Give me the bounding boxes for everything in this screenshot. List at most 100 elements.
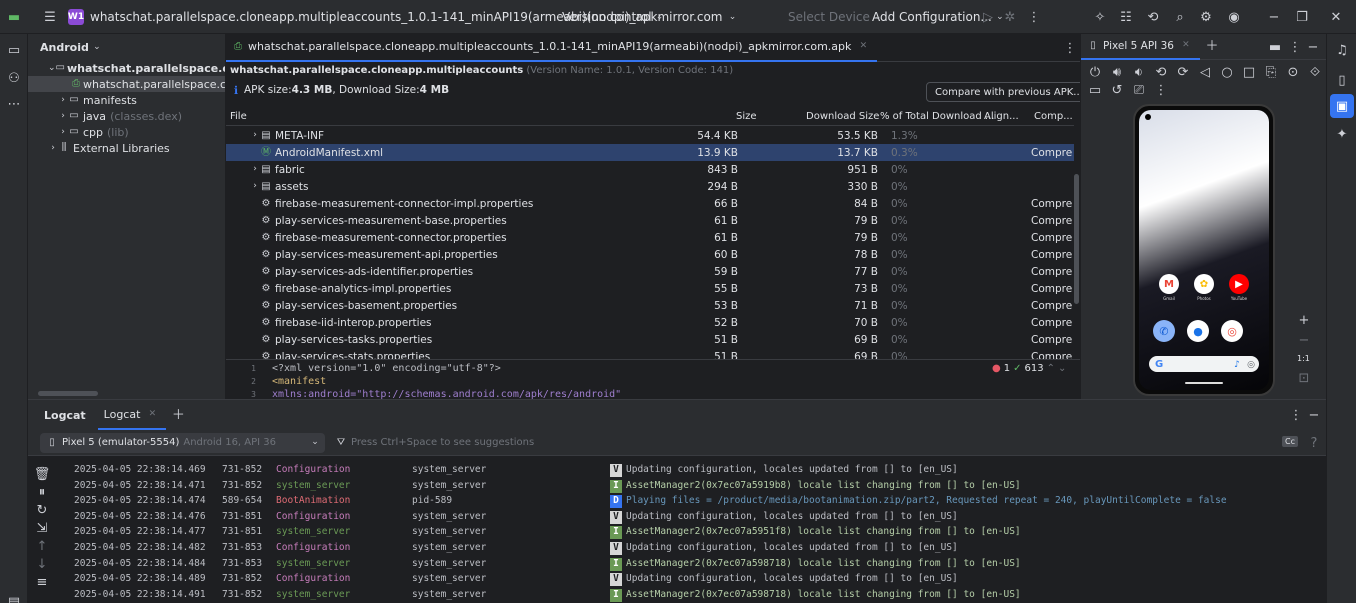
file-table-row[interactable]: ⚙ firebase-measurement-connector-impl.pro… (226, 195, 1074, 212)
device-manager-icon[interactable]: ☷ (1118, 9, 1134, 25)
close-tab-icon[interactable]: ✕ (1178, 38, 1194, 54)
window-options-icon[interactable]: ▬ (1267, 39, 1283, 55)
tree-item-external-libraries[interactable]: › ⫼ External Libraries (28, 140, 225, 156)
record-icon[interactable]: ⎚ (1131, 82, 1147, 98)
more-tabs-icon[interactable]: ⋮ (1062, 40, 1078, 56)
more-options-icon[interactable]: ⋮ (1287, 39, 1303, 55)
match-case-toggle[interactable]: Cc (1282, 436, 1298, 447)
logcat-options-icon[interactable]: ⋮ (1288, 407, 1304, 423)
column-size[interactable]: Size (736, 111, 757, 122)
compare-apk-button[interactable]: Compare with previous APK... (926, 82, 1080, 102)
zoom-out-icon[interactable]: − (1296, 332, 1312, 348)
tree-item-module[interactable]: ⌄ ▭ whatschat.parallelspace.cloneapp. (28, 60, 225, 76)
file-table-row[interactable]: ⚙ play-services-tasks.properties 51 B 69 B 0… (226, 331, 1074, 348)
zoom-fit-icon[interactable]: ⊡ (1296, 370, 1312, 386)
chevron-right-icon[interactable]: › (250, 179, 260, 195)
back-icon[interactable]: ◁ (1197, 64, 1213, 80)
chevron-up-icon[interactable]: ⌃ (1047, 363, 1055, 374)
scroll-up-icon[interactable]: ↑ (34, 538, 50, 554)
project-view-selector[interactable]: Android ⌄ (28, 34, 225, 60)
gradle-sync-icon[interactable]: ⟲ (1145, 9, 1161, 25)
column-download-size[interactable]: Download Size (806, 111, 879, 122)
snapshot-icon[interactable]: ▭ (1087, 82, 1103, 98)
close-tab-icon[interactable]: ✕ (144, 406, 160, 422)
help-icon[interactable]: ? (1306, 435, 1322, 451)
column-percent[interactable]: % of Total Download ... (880, 111, 994, 122)
file-table-row[interactable]: Ⓜ AndroidManifest.xml 13.9 KB 13.7 KB 0.3% Co… (226, 144, 1074, 161)
zoom-in-icon[interactable]: + (1296, 312, 1312, 328)
dock-app-icon[interactable]: ✆ (1153, 320, 1175, 342)
power-icon[interactable]: ⏻ (1087, 64, 1103, 80)
scroll-down-icon[interactable]: ↓ (34, 556, 50, 572)
volume-up-icon[interactable]: 🔊︎ (1109, 64, 1125, 80)
close-tab-icon[interactable]: ✕ (855, 39, 871, 55)
tree-item-apk[interactable]: ⎙ whatschat.parallelspace.clonea (28, 76, 225, 92)
restart-icon[interactable]: ↻ (34, 502, 50, 518)
version-control-menu[interactable]: Version control ⌄ (562, 9, 664, 25)
settings-gear-icon[interactable]: ⚙ (1198, 9, 1214, 25)
structure-tool-icon[interactable]: ⚇ (6, 70, 22, 86)
chevron-right-icon[interactable]: › (250, 162, 260, 178)
fold-icon[interactable]: ⎘ (1263, 64, 1279, 80)
chevron-down-icon[interactable]: ⌄ (1058, 363, 1066, 374)
tree-item-java[interactable]: › ▭ java (classes.dex) (28, 108, 225, 124)
file-table-row[interactable]: ⚙ firebase-analytics-impl.properties 55 B 7… (226, 280, 1074, 297)
overview-icon[interactable]: □ (1241, 64, 1257, 80)
home-icon[interactable]: ○ (1219, 64, 1235, 80)
file-table-row[interactable]: › ▤ META-INF 54.4 KB 53.5 KB 1.3% (226, 127, 1074, 144)
format-icon[interactable]: ≡ (34, 574, 50, 590)
device-manager-tool-icon[interactable]: ▯ (1334, 72, 1350, 88)
column-align[interactable]: Align... (984, 111, 1019, 122)
logcat-filter-input[interactable]: ⛛ Press Ctrl+Space to see suggestions (329, 433, 1279, 453)
pause-icon[interactable]: ⏸ (34, 484, 50, 500)
undo-icon[interactable]: ↺ (1109, 82, 1125, 98)
search-bar-widget[interactable]: G ♪ ◎ (1149, 356, 1259, 372)
hide-panel-icon[interactable]: − (1305, 39, 1321, 55)
rotate-right-icon[interactable]: ⟳ (1175, 64, 1191, 80)
logcat-tool-icon[interactable]: ▤ (6, 594, 22, 603)
device-selector[interactable]: Select Device ⌄ (788, 9, 882, 25)
search-icon[interactable]: ⌕ (1172, 9, 1188, 25)
account-icon[interactable]: ◉ (1226, 9, 1242, 25)
running-devices-tool-button[interactable]: ▣ (1330, 94, 1354, 118)
more-controls-icon[interactable]: ⋮ (1153, 82, 1169, 98)
chevron-right-icon[interactable]: › (250, 128, 260, 144)
home-app[interactable]: M Gmail (1157, 274, 1181, 301)
logcat-tab[interactable]: Logcat ✕ (97, 400, 167, 430)
clear-logcat-icon[interactable]: 🗑︎ (34, 466, 51, 482)
project-tool-icon[interactable]: ▭ (6, 42, 22, 58)
file-table-row[interactable]: ⚙ firebase-iid-interop.properties 52 B 70 B… (226, 314, 1074, 331)
editor-tab-apk[interactable]: ⎙ whatschat.parallelspace.cloneapp.multi… (226, 34, 878, 62)
file-table-row[interactable]: ⚙ play-services-measurement-api.propertie… (226, 246, 1074, 263)
gemini-icon[interactable]: ✦ (1334, 126, 1350, 142)
horizontal-scrollbar[interactable] (38, 391, 98, 396)
screenshot-icon[interactable]: ⊙ (1285, 64, 1301, 80)
file-table-row[interactable]: ⚙ play-services-ads-identifier.properties… (226, 263, 1074, 280)
table-vertical-scrollbar[interactable] (1074, 174, 1079, 304)
tree-item-manifests[interactable]: › ▭ manifests (28, 92, 225, 108)
file-table-row[interactable]: ⚙ firebase-measurement-connector.properti… (226, 229, 1074, 246)
file-table-row[interactable]: › ▤ assets 294 B 330 B 0% (226, 178, 1074, 195)
more-tools-icon[interactable]: ⋯ (6, 96, 22, 112)
extended-controls-icon[interactable]: ⟐ (1307, 64, 1323, 80)
file-table-row[interactable]: › ▤ fabric 843 B 951 B 0% (226, 161, 1074, 178)
device-screen[interactable]: M Gmail ✿ Photos ▶ YouTube ✆ ● ◎ G ♪ ◎ (1139, 110, 1269, 390)
volume-down-icon[interactable]: 🔉︎ (1131, 64, 1147, 80)
home-app[interactable]: ✿ Photos (1192, 274, 1216, 301)
zoom-actual-size[interactable]: 1:1 (1297, 354, 1310, 363)
rotate-left-icon[interactable]: ⟲ (1153, 64, 1169, 80)
run-icon[interactable]: ▷ (980, 9, 996, 25)
minimize-window-icon[interactable]: − (1266, 9, 1282, 25)
home-app[interactable]: ▶ YouTube (1227, 274, 1251, 301)
debug-icon[interactable]: ✲ (1002, 9, 1018, 25)
restore-window-icon[interactable]: ❐ (1294, 9, 1310, 25)
add-tab-icon[interactable]: ＋ (170, 407, 186, 423)
notifications-icon[interactable]: ♫ (1334, 42, 1350, 58)
main-menu-icon[interactable]: ☰ (42, 9, 58, 25)
tree-item-cpp[interactable]: › ▭ cpp (lib) (28, 124, 225, 140)
hide-logcat-icon[interactable]: − (1306, 407, 1322, 423)
dock-app-icon[interactable]: ● (1187, 320, 1209, 342)
column-compression[interactable]: Comp... (1034, 111, 1073, 122)
file-table-row[interactable]: ⚙ play-services-measurement-base.properti… (226, 212, 1074, 229)
dock-app-icon[interactable]: ◎ (1221, 320, 1243, 342)
